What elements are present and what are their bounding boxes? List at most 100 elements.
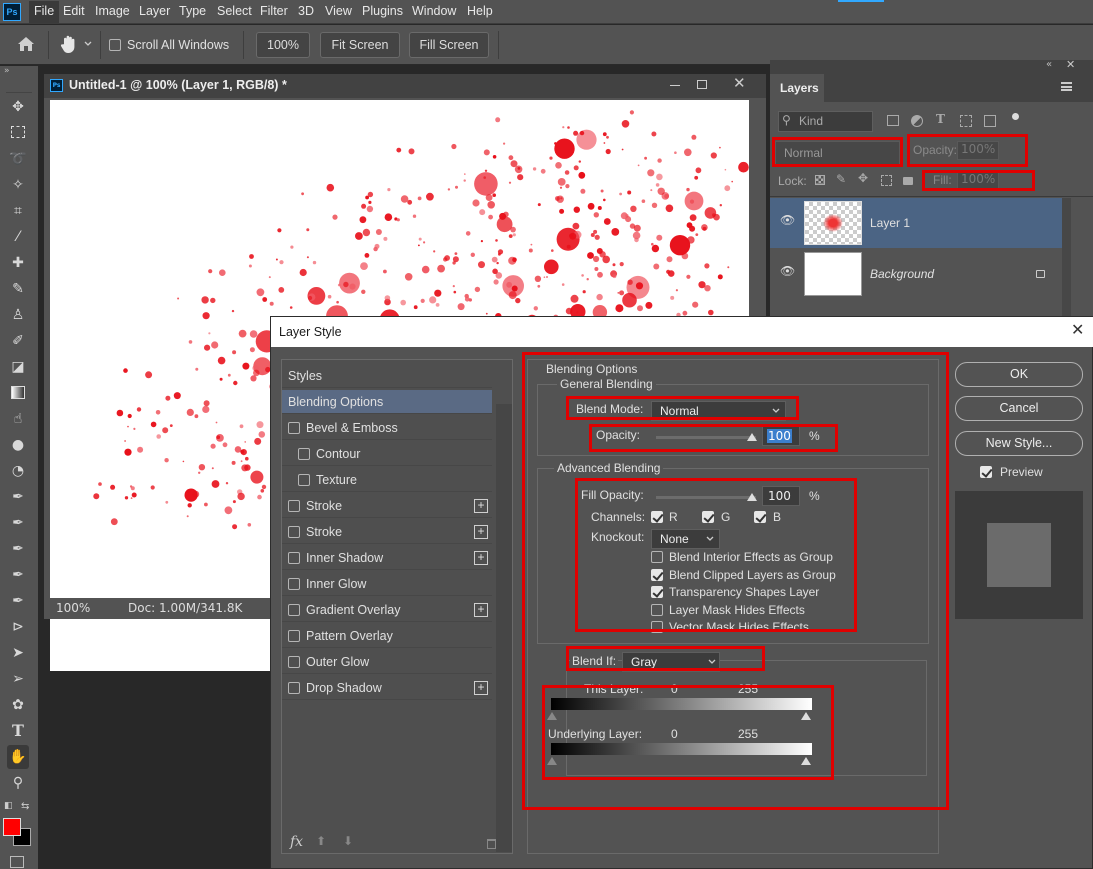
zoom-tool-icon[interactable]: ⚲ — [7, 773, 29, 793]
freeform-pen-tool-icon[interactable]: ✒ — [7, 513, 29, 533]
style-item[interactable]: Pattern Overlay — [282, 624, 492, 648]
menu-type[interactable]: Type — [179, 4, 206, 18]
lock-image-icon[interactable]: ✎ — [836, 172, 846, 186]
visibility-eye-icon[interactable]: 👁 — [780, 213, 795, 227]
layers-scrollbar[interactable] — [1062, 198, 1071, 320]
fx-icon[interactable]: fx — [290, 834, 303, 850]
marquee-tool-icon[interactable] — [7, 123, 29, 143]
style-checkbox[interactable] — [288, 552, 300, 564]
filter-kind-select[interactable]: Kind — [778, 111, 873, 132]
zoom-100-button[interactable]: 100% — [256, 32, 310, 58]
style-checkbox[interactable] — [288, 656, 300, 668]
eyedropper-tool-icon[interactable]: ⁄ — [7, 227, 29, 247]
fill-screen-button[interactable]: Fill Screen — [409, 32, 489, 58]
close-panel-icon[interactable]: ✕ — [1066, 58, 1075, 71]
menu-edit[interactable]: Edit — [63, 4, 85, 18]
collapse-icon[interactable]: » — [4, 66, 10, 76]
add-anchor-tool-icon[interactable]: ✒ — [7, 539, 29, 559]
new-style-button[interactable]: New Style... — [955, 431, 1083, 456]
menu-file[interactable]: File — [29, 1, 60, 23]
collapse-panel-icon[interactable]: « — [1046, 59, 1052, 70]
pen-tool-icon[interactable]: ✒ — [7, 487, 29, 507]
preview-checkbox[interactable] — [980, 466, 992, 478]
magic-wand-tool-icon[interactable]: ✧ — [7, 175, 29, 195]
visibility-eye-icon[interactable]: 👁 — [780, 264, 795, 278]
close-icon[interactable]: ✕ — [1071, 320, 1084, 339]
swap-colors-icon[interactable]: ⇆ — [21, 801, 29, 812]
add-style-icon[interactable]: + — [474, 525, 488, 539]
style-checkbox[interactable] — [288, 526, 300, 538]
blur-tool-icon[interactable]: ● — [7, 435, 29, 455]
move-down-icon[interactable]: ⬇ — [343, 834, 353, 848]
layer-name[interactable]: Layer 1 — [870, 216, 910, 230]
style-item[interactable]: Inner Shadow + — [282, 546, 492, 570]
add-style-icon[interactable]: + — [474, 681, 488, 695]
style-checkbox[interactable] — [298, 474, 310, 486]
style-checkbox[interactable] — [288, 604, 300, 616]
lock-artboard-icon[interactable] — [881, 175, 892, 186]
home-icon[interactable] — [17, 36, 35, 52]
style-item[interactable]: Bevel & Emboss — [282, 416, 492, 440]
filter-pixel-icon[interactable] — [887, 115, 899, 126]
filter-toggle-icon[interactable] — [1012, 113, 1019, 120]
add-style-icon[interactable]: + — [474, 499, 488, 513]
move-up-icon[interactable]: ⬆ — [316, 834, 326, 848]
style-checkbox[interactable] — [288, 630, 300, 642]
menu-window[interactable]: Window — [412, 4, 456, 18]
curvature-pen-tool-icon[interactable]: ✒ — [7, 565, 29, 585]
minimize-icon[interactable] — [670, 85, 680, 86]
ok-button[interactable]: OK — [955, 362, 1083, 387]
close-icon[interactable]: ✕ — [733, 74, 746, 92]
lock-transparent-icon[interactable] — [815, 175, 825, 185]
styles-scrollbar[interactable] — [496, 404, 512, 852]
default-colors-icon[interactable]: ◧ — [4, 801, 13, 811]
brush-tool-icon[interactable]: ✎ — [7, 279, 29, 299]
layer-name[interactable]: Background — [870, 267, 934, 281]
style-item[interactable]: Outer Glow — [282, 650, 492, 674]
tab-layers[interactable]: Layers — [770, 74, 824, 102]
add-style-icon[interactable]: + — [474, 551, 488, 565]
smudge-tool-icon[interactable]: ☝ — [7, 409, 29, 429]
delete-anchor-tool-icon[interactable]: ✒ — [7, 591, 29, 611]
menu-layer[interactable]: Layer — [139, 4, 170, 18]
style-item[interactable]: Stroke + — [282, 494, 492, 518]
gradient-tool-icon[interactable] — [7, 383, 29, 403]
cancel-button[interactable]: Cancel — [955, 396, 1083, 421]
style-checkbox[interactable] — [288, 500, 300, 512]
chevron-down-icon[interactable] — [84, 41, 92, 47]
foreground-color-swatch[interactable] — [3, 818, 21, 836]
style-item[interactable]: Gradient Overlay + — [282, 598, 492, 622]
menu-3d[interactable]: 3D — [298, 4, 314, 18]
custom-shape-tool-icon[interactable]: ✿ — [7, 695, 29, 715]
menu-help[interactable]: Help — [467, 4, 493, 18]
fit-screen-button[interactable]: Fit Screen — [320, 32, 400, 58]
maximize-icon[interactable] — [697, 80, 707, 89]
convert-point-tool-icon[interactable]: ⊳ — [7, 617, 29, 637]
zoom-level[interactable]: 100% — [56, 601, 90, 615]
add-style-icon[interactable]: + — [474, 603, 488, 617]
menu-select[interactable]: Select — [217, 4, 252, 18]
style-item[interactable]: Contour — [282, 442, 492, 466]
menu-image[interactable]: Image — [95, 4, 130, 18]
filter-adjustment-icon[interactable] — [911, 115, 923, 127]
move-tool-icon[interactable]: ✥ — [7, 97, 29, 117]
style-checkbox[interactable] — [288, 682, 300, 694]
filter-smart-object-icon[interactable] — [984, 115, 996, 127]
hand-tool-icon[interactable]: ✋ — [7, 745, 29, 769]
crop-tool-icon[interactable]: ⌗ — [7, 201, 29, 221]
menu-plugins[interactable]: Plugins — [362, 4, 403, 18]
healing-brush-tool-icon[interactable]: ✚ — [7, 253, 29, 273]
type-tool-icon[interactable]: T — [7, 721, 29, 741]
menu-view[interactable]: View — [325, 4, 352, 18]
layer-row-layer-1[interactable]: 👁 Layer 1 — [770, 198, 1062, 248]
history-brush-tool-icon[interactable]: ✐ — [7, 331, 29, 351]
hand-tool-icon[interactable] — [60, 34, 78, 54]
quick-mask-icon[interactable] — [10, 856, 24, 868]
style-item[interactable]: Inner Glow — [282, 572, 492, 596]
style-item[interactable]: Texture — [282, 468, 492, 492]
lock-all-icon[interactable] — [903, 177, 913, 185]
style-item[interactable]: Drop Shadow + — [282, 676, 492, 700]
filter-type-icon[interactable]: T — [936, 112, 945, 126]
dodge-tool-icon[interactable]: ◔ — [7, 461, 29, 481]
filter-shape-icon[interactable] — [960, 115, 972, 127]
